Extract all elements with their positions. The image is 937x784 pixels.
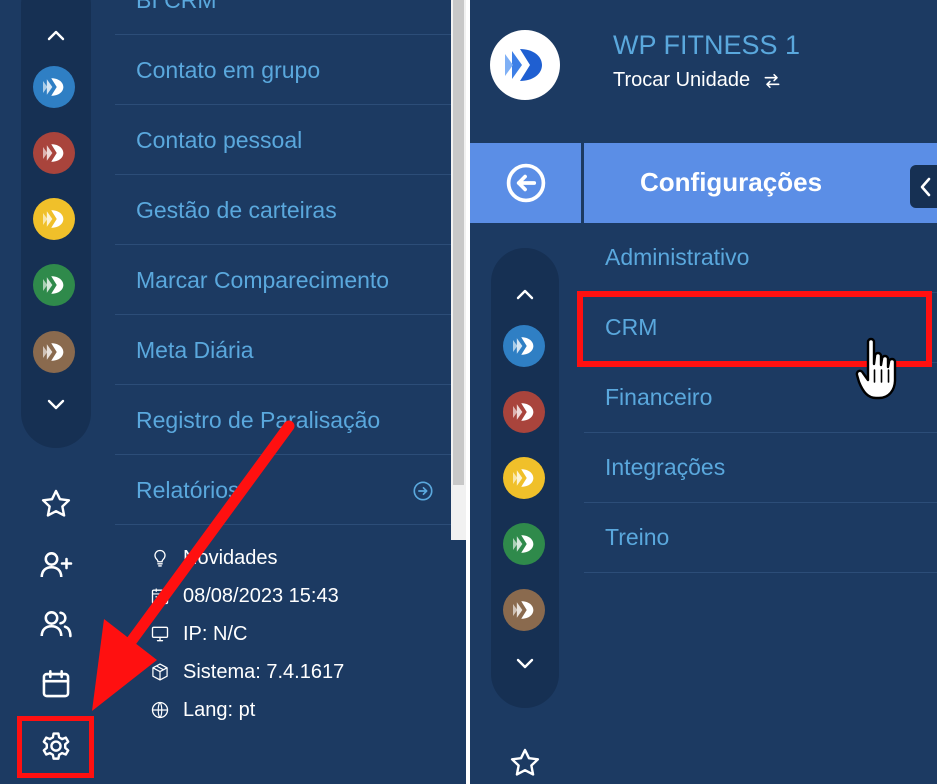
chevron-up-icon[interactable]	[44, 24, 68, 48]
swap-icon	[764, 73, 780, 88]
unit-logo-button[interactable]	[503, 589, 545, 631]
chevron-up-icon[interactable]	[513, 283, 537, 307]
menu-item-marcar-comparecimento[interactable]: Marcar Comparecimento	[115, 245, 451, 315]
system-version-row: Sistema: 7.4.1617	[150, 659, 344, 685]
unit-logo-button[interactable]	[503, 523, 545, 565]
package-icon	[152, 663, 168, 681]
menu-item-contato-pessoal[interactable]: Contato pessoal	[115, 105, 451, 175]
configuration-menu: Administrativo CRM Financeiro Integraçõe…	[584, 223, 937, 603]
back-button[interactable]	[470, 143, 581, 223]
chevron-left-icon	[920, 177, 931, 196]
unit-logo-button[interactable]	[503, 457, 545, 499]
unit-logo-button[interactable]	[33, 132, 75, 174]
unit-logo-icon	[43, 144, 64, 162]
unit-logo-button[interactable]	[33, 264, 75, 306]
menu-item-label: Gestão de carteiras	[136, 197, 337, 223]
arrow-left-circle-icon	[506, 163, 545, 203]
calendar-icon	[151, 588, 169, 605]
system-info-footer: Novidades 08/08/2023 15:43 IP: N/C Siste…	[115, 540, 466, 784]
menu-item-label: Integrações	[605, 454, 726, 480]
unit-logo-icon	[513, 469, 534, 487]
menu-item-integracoes[interactable]: Integrações	[584, 433, 937, 503]
unit-logo-icon	[43, 210, 64, 228]
switch-unit-link[interactable]: Trocar Unidade	[613, 69, 782, 92]
unit-logo-icon	[43, 78, 64, 96]
chevron-down-icon[interactable]	[44, 392, 68, 416]
menu-item-registro-de-paralisacao[interactable]: Registro de Paralisação	[115, 385, 451, 455]
menu-item-label: Registro de Paralisação	[136, 407, 381, 433]
unit-logo-button[interactable]	[33, 331, 75, 373]
menu-item-label: Meta Diária	[136, 337, 254, 363]
menu-item-contato-em-grupo[interactable]: Contato em grupo	[115, 35, 451, 105]
ip-text: IP: N/C	[183, 622, 248, 645]
unit-logo-button[interactable]	[503, 325, 545, 367]
unit-logo-button[interactable]	[33, 66, 75, 108]
collapse-sidebar-button[interactable]	[910, 165, 937, 208]
calendar-icon[interactable]	[36, 664, 76, 704]
unit-logo-icon	[43, 343, 64, 361]
star-icon[interactable]	[506, 744, 544, 782]
crm-submenu: BI CRM Contato em grupo Contato pessoal …	[115, 0, 451, 540]
star-icon[interactable]	[36, 484, 76, 524]
unit-logo-button[interactable]	[33, 198, 75, 240]
system-version-text: Sistema: 7.4.1617	[183, 660, 345, 683]
unit-logo-icon	[43, 276, 64, 294]
unit-logo-icon	[513, 337, 534, 355]
menu-item-bi-crm[interactable]: BI CRM	[115, 0, 451, 35]
menu-item-label: Financeiro	[605, 384, 713, 410]
menu-item-label: Treino	[605, 524, 670, 550]
datetime-text: 08/08/2023 15:43	[183, 584, 339, 607]
menu-item-label: Administrativo	[605, 244, 750, 270]
arrow-right-circle-icon	[413, 481, 433, 501]
unit-name: WP FITNESS 1	[613, 30, 801, 60]
unit-logo-icon	[513, 601, 534, 619]
scrollbar-thumb[interactable]	[453, 0, 464, 485]
menu-item-label: Marcar Comparecimento	[136, 267, 390, 293]
add-user-icon[interactable]	[36, 545, 76, 585]
menu-item-label: BI CRM	[136, 0, 217, 13]
unit-logo-icon	[513, 535, 534, 553]
unit-logo-icon	[513, 403, 534, 421]
language-row: Lang: pt	[150, 697, 255, 723]
language-text: Lang: pt	[183, 698, 256, 721]
unit-logo-button[interactable]	[503, 391, 545, 433]
menu-item-meta-diaria[interactable]: Meta Diária	[115, 315, 451, 385]
globe-icon	[151, 701, 169, 719]
chevron-down-icon[interactable]	[513, 651, 537, 675]
menu-item-label: Contato pessoal	[136, 127, 303, 153]
brand-logo-icon	[505, 49, 542, 81]
news-label: Novidades	[183, 546, 278, 569]
left-screenshot-panel: BI CRM Contato em grupo Contato pessoal …	[0, 0, 466, 784]
monitor-icon	[151, 626, 169, 642]
menu-item-label: Relatórios	[136, 477, 240, 503]
right-screenshot-panel: WP FITNESS 1 Trocar Unidade Configuraçõe…	[470, 0, 937, 784]
brand-logo[interactable]	[490, 30, 560, 100]
menu-item-relatorios[interactable]: Relatórios	[115, 455, 451, 525]
switch-unit-label: Trocar Unidade	[613, 69, 751, 91]
menu-item-treino[interactable]: Treino	[584, 503, 937, 573]
units-switcher	[491, 248, 559, 708]
lightbulb-icon	[154, 549, 166, 567]
highlight-box-gear	[17, 716, 94, 778]
ip-row: IP: N/C	[150, 621, 247, 647]
datetime-row: 08/08/2023 15:43	[150, 583, 339, 609]
menu-item-gestao-de-carteiras[interactable]: Gestão de carteiras	[115, 175, 451, 245]
menu-item-label: Contato em grupo	[136, 57, 321, 83]
menu-item-administrativo[interactable]: Administrativo	[584, 223, 937, 293]
section-header: Configurações	[584, 143, 937, 223]
news-link[interactable]: Novidades	[150, 545, 278, 571]
left-sidebar-rail	[0, 0, 115, 784]
hand-pointer-cursor-icon	[855, 337, 897, 400]
users-icon[interactable]	[36, 604, 76, 644]
section-title: Configurações	[640, 167, 823, 197]
